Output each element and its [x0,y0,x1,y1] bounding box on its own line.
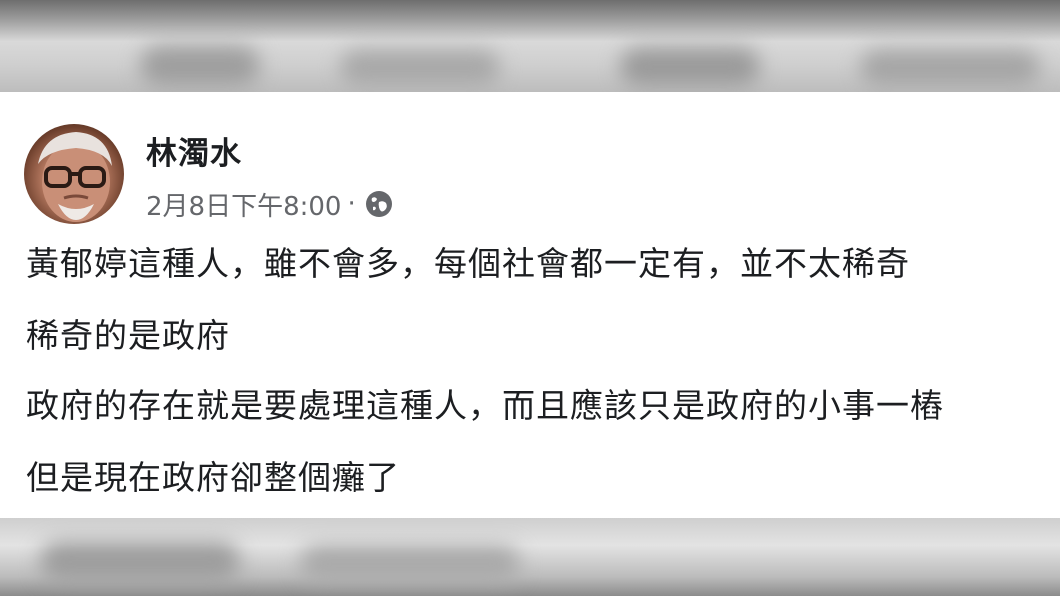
author-avatar[interactable] [24,124,124,224]
post-text: 黃郁婷這種人，雖不會多，每個社會都一定有，並不太稀奇 稀奇的是政府 政府的存在就… [26,246,1060,532]
post-meta: 2月8日下午8:00 · [146,184,394,224]
post-line-2: 稀奇的是政府 [26,316,230,355]
post-timestamp[interactable]: 2月8日下午8:00 [146,186,341,223]
author-name[interactable]: 林濁水 [146,128,242,173]
post-line-4: 但是現在政府卻整個癱了 [26,458,400,497]
facebook-post-card: 林濁水 2月8日下午8:00 · 黃郁婷這種人，雖不會多，每個社會都一定有，並不… [0,92,1060,518]
blurred-background-bottom [0,518,1060,596]
post-line-1: 黃郁婷這種人，雖不會多，每個社會都一定有，並不太稀奇 [26,244,910,283]
video-frame: 林濁水 2月8日下午8:00 · 黃郁婷這種人，雖不會多，每個社會都一定有，並不… [0,0,1060,596]
globe-icon[interactable] [364,189,394,219]
blurred-background-top [0,0,1060,92]
post-line-3: 政府的存在就是要處理這種人，而且應該只是政府的小事一樁 [26,386,944,425]
meta-separator: · [347,189,356,219]
avatar-portrait-icon [38,132,112,222]
